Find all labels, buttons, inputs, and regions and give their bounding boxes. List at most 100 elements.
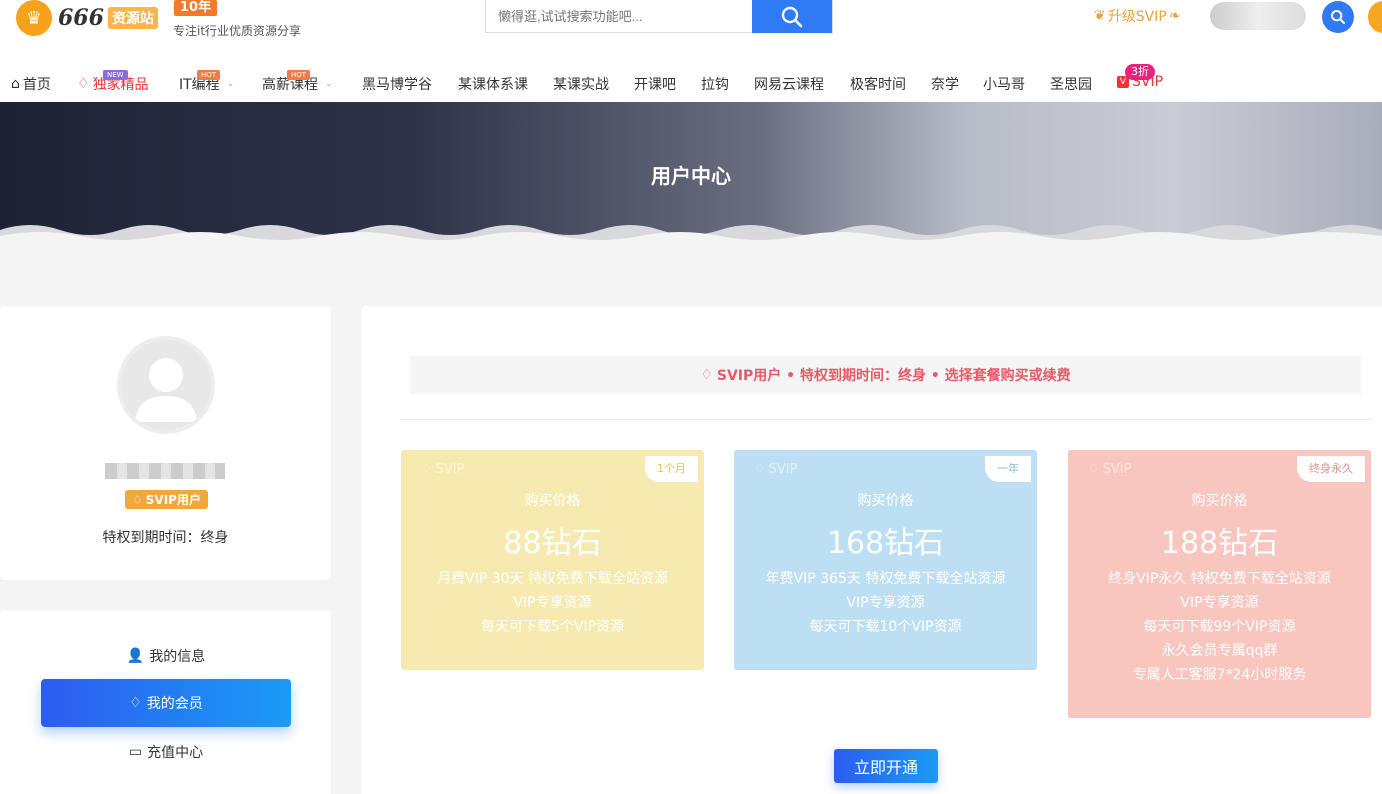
- header-menu-button[interactable]: [1368, 1, 1382, 33]
- plan-card-monthly[interactable]: ♢ SVIP 1个月 购买价格 88钻石 月费VIP 30天 特权免费下载全站资源…: [401, 450, 704, 670]
- header-search-button[interactable]: [1322, 1, 1354, 33]
- diamond-icon: ♢: [132, 492, 143, 507]
- vip-badge-label: SVIP用户: [145, 493, 201, 507]
- plan-label-text: SVIP: [1102, 462, 1132, 477]
- nav-item-system[interactable]: 某课体系课: [458, 74, 528, 94]
- user-account-menu[interactable]: [1210, 2, 1306, 30]
- plan-feature: VIP专享资源: [513, 595, 592, 611]
- hot-tag: HOT: [287, 70, 311, 80]
- plan-feature: 年费VIP 365天 特权免费下载全站资源: [765, 571, 1006, 587]
- nav-item-naixue[interactable]: 奈学: [931, 74, 959, 94]
- plan-price-label: 购买价格: [1191, 493, 1248, 509]
- plan-price: 168钻石: [826, 526, 945, 561]
- plan-price-label: 购买价格: [524, 493, 581, 509]
- nav-item-kaike[interactable]: 开课吧: [634, 74, 676, 94]
- open-membership-button[interactable]: 立即开通: [834, 749, 938, 783]
- menu-label: 我的会员: [146, 696, 203, 712]
- home-icon: ⌂: [11, 76, 20, 92]
- plan-feature: 每天可下载99个VIP资源: [1143, 619, 1296, 635]
- diamond-icon: ♢: [77, 76, 90, 92]
- plan-feature: 每天可下载5个VIP资源: [480, 619, 625, 635]
- upgrade-svip-link[interactable]: ❦ 升级SVIP ❧: [1094, 6, 1181, 26]
- search-bar: [485, 0, 833, 33]
- notice-text: SVIP用户 • 特权到期时间：终身 • 选择套餐购买或续费: [716, 368, 1071, 384]
- plan-price-label: 购买价格: [857, 493, 914, 509]
- site-slogan: 专注it行业优质资源分享: [173, 24, 302, 38]
- nav-label: 黑马博学谷: [362, 77, 432, 93]
- nav-item-lagou[interactable]: 拉钩: [701, 74, 729, 94]
- nav-item-practice[interactable]: 某课实战: [553, 74, 609, 94]
- membership-notice: ♢ SVIP用户 • 特权到期时间：终身 • 选择套餐购买或续费: [410, 356, 1361, 394]
- nav-item-salary[interactable]: HOT 高薪课程 ⌄: [262, 70, 333, 94]
- new-tag: NEW: [103, 70, 128, 80]
- page-title: 用户中心: [651, 164, 731, 188]
- plan-feature: VIP专享资源: [1180, 595, 1259, 611]
- nav-item-shengsi[interactable]: 圣思园: [1050, 74, 1092, 94]
- username: [105, 463, 225, 479]
- plan-feature: 永久会员专属qq群: [1161, 643, 1278, 659]
- nav-label: 开课吧: [634, 77, 676, 93]
- plan-label: ♢ SVIP: [1088, 462, 1131, 477]
- plan-feature: 专属人工客服7*24小时服务: [1132, 667, 1307, 683]
- wing-icon: ❧: [1168, 8, 1181, 24]
- nav-item-home[interactable]: ⌂ 首页: [11, 74, 51, 94]
- nav-item-xiaomage[interactable]: 小马哥: [983, 74, 1025, 94]
- nav-item-exclusive[interactable]: NEW ♢ 独家精品: [77, 70, 149, 94]
- divider: [400, 419, 1371, 420]
- logo-site-text: 资源站: [107, 7, 158, 29]
- crown-icon: ♛: [16, 0, 52, 36]
- plan-duration-tag: 一年: [985, 456, 1031, 482]
- main-nav: ⌂ 首页 NEW ♢ 独家精品 HOT IT编程 ⌄ HOT 高薪课程 ⌄ 黑马…: [0, 60, 1382, 102]
- nav-item-heima[interactable]: 黑马博学谷: [362, 74, 432, 94]
- plan-feature: VIP专享资源: [846, 595, 925, 611]
- menu-item-info[interactable]: 👤 我的信息: [41, 632, 291, 680]
- user-menu: 👤 我的信息 ♢ 我的会员 ▭ 充值中心: [0, 610, 331, 794]
- nav-label: 网易云课程: [754, 77, 824, 93]
- user-icon: 👤: [126, 648, 145, 664]
- membership-panel: ♢ SVIP用户 • 特权到期时间：终身 • 选择套餐购买或续费 ♢ SVIP 1…: [361, 306, 1382, 794]
- site-header: ♛ 666 资源站 10年 专注it行业优质资源分享 ❦ 升级SVIP ❧ ⌂ …: [0, 0, 1382, 102]
- avatar[interactable]: [117, 336, 215, 434]
- search-icon: [1331, 10, 1345, 24]
- nav-item-it[interactable]: HOT IT编程 ⌄: [179, 70, 234, 94]
- plan-duration-tag: 终身永久: [1297, 456, 1365, 482]
- wing-icon: ❦: [1094, 8, 1106, 24]
- nav-item-geek[interactable]: 极客时间: [850, 74, 906, 94]
- credit-card-icon: ▭: [128, 744, 143, 760]
- nav-item-netease[interactable]: 网易云课程: [754, 74, 824, 94]
- menu-item-recharge[interactable]: ▭ 充值中心: [41, 728, 291, 776]
- nav-label: 拉钩: [701, 77, 729, 93]
- nav-label: 圣思园: [1050, 77, 1092, 93]
- plan-card-yearly[interactable]: ♢ SVIP 一年 购买价格 168钻石 年费VIP 365天 特权免费下载全站资…: [734, 450, 1037, 670]
- diamond-icon: ♢: [421, 462, 433, 477]
- discount-tag: 3折: [1125, 64, 1155, 80]
- nav-label: 小马哥: [983, 77, 1025, 93]
- nav-label: 首页: [22, 77, 51, 93]
- banner-wave: [0, 225, 1382, 246]
- nav-label: 某课实战: [553, 77, 609, 93]
- plan-price: 188钻石: [1160, 526, 1279, 561]
- plan-card-lifetime[interactable]: ♢ SVIP 终身永久 购买价格 188钻石 终身VIP永久 特权免费下载全站资源…: [1068, 450, 1371, 718]
- search-input[interactable]: [486, 0, 752, 32]
- user-avatar-icon: [135, 358, 197, 422]
- plan-feature: 月费VIP 30天 特权免费下载全站资源: [437, 571, 668, 587]
- nav-item-svip[interactable]: 3折 V SVIP: [1117, 64, 1163, 90]
- search-icon: [781, 6, 803, 27]
- chevron-down-icon: ⌄: [325, 79, 333, 89]
- profile-card: ♢ SVIP用户 特权到期时间：终身: [0, 306, 331, 580]
- plan-label: ♢ SVIP: [754, 462, 797, 477]
- expiry-text: 特权到期时间：终身: [102, 530, 229, 546]
- menu-label: 我的信息: [149, 649, 206, 665]
- search-button[interactable]: [752, 0, 832, 33]
- plan-label-text: SVIP: [768, 462, 798, 477]
- menu-label: 充值中心: [147, 745, 204, 761]
- logo-text: 666: [58, 5, 104, 31]
- menu-item-member[interactable]: ♢ 我的会员: [41, 679, 291, 727]
- diamond-icon: ♢: [1088, 462, 1100, 477]
- plan-feature: 每天可下载10个VIP资源: [809, 619, 962, 635]
- vip-badge: ♢ SVIP用户: [125, 490, 208, 509]
- diamond-icon: ♢: [700, 367, 713, 383]
- plan-feature: 终身VIP永久 特权免费下载全站资源: [1108, 571, 1331, 587]
- plan-label: ♢ SVIP: [421, 462, 464, 477]
- site-logo[interactable]: ♛ 666 资源站: [16, 0, 158, 36]
